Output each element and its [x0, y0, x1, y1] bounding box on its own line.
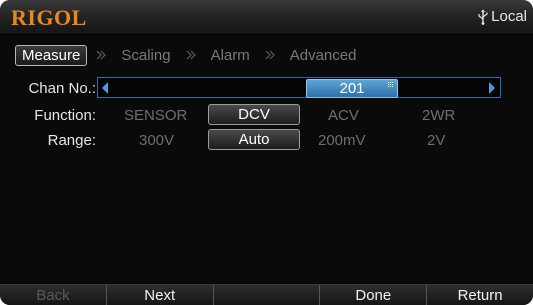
chevron-right-icon: [264, 49, 276, 61]
tab-scaling[interactable]: Scaling: [115, 47, 176, 64]
usb-icon: [478, 9, 488, 25]
function-row: Function: SENSOR DCV ACV 2WR: [0, 104, 533, 126]
status-label: Local: [491, 8, 527, 25]
function-label: Function:: [34, 107, 96, 124]
arrow-left-icon[interactable]: [101, 82, 109, 94]
chevron-right-icon: [95, 49, 107, 61]
rigol-logo: RIGOL: [11, 5, 87, 30]
softkey-bar: Back Next Done Return: [0, 284, 533, 305]
channel-number: 201: [339, 80, 365, 97]
channel-label: Chan No.:: [28, 80, 96, 97]
range-option-300v[interactable]: 300V: [139, 132, 174, 149]
instrument-screen: RIGOL Local Measure Scaling Alarm Advanc…: [0, 0, 533, 305]
range-row: Range: 300V Auto 200mV 2V: [0, 129, 533, 151]
title-bar: RIGOL Local: [0, 0, 533, 35]
channel-value[interactable]: 201: [306, 79, 398, 98]
back-button[interactable]: Back: [0, 285, 107, 305]
range-option-2v[interactable]: 2V: [427, 132, 445, 149]
menu-tabs: Measure Scaling Alarm Advanced: [15, 44, 362, 66]
function-option-acv[interactable]: ACV: [328, 107, 359, 124]
arrow-right-icon[interactable]: [488, 82, 496, 94]
channel-row: Chan No.: 201: [0, 77, 533, 99]
range-label: Range:: [47, 132, 96, 149]
function-option-sensor[interactable]: SENSOR: [124, 107, 187, 124]
tab-alarm[interactable]: Alarm: [205, 47, 256, 64]
function-option-2wr[interactable]: 2WR: [422, 107, 455, 124]
range-option-200mv[interactable]: 200mV: [318, 132, 366, 149]
range-option-auto[interactable]: Auto: [208, 129, 300, 150]
chevron-right-icon: [185, 49, 197, 61]
function-option-dcv[interactable]: DCV: [208, 104, 300, 125]
channel-selector[interactable]: 201: [97, 77, 501, 98]
grip-icon: [388, 82, 393, 87]
tab-measure[interactable]: Measure: [15, 44, 88, 66]
remote-status: Local: [477, 8, 527, 25]
blank-softkey[interactable]: [214, 285, 321, 305]
return-button[interactable]: Return: [427, 285, 533, 305]
next-button[interactable]: Next: [107, 285, 214, 305]
done-button[interactable]: Done: [320, 285, 428, 305]
tab-advanced[interactable]: Advanced: [284, 47, 363, 64]
